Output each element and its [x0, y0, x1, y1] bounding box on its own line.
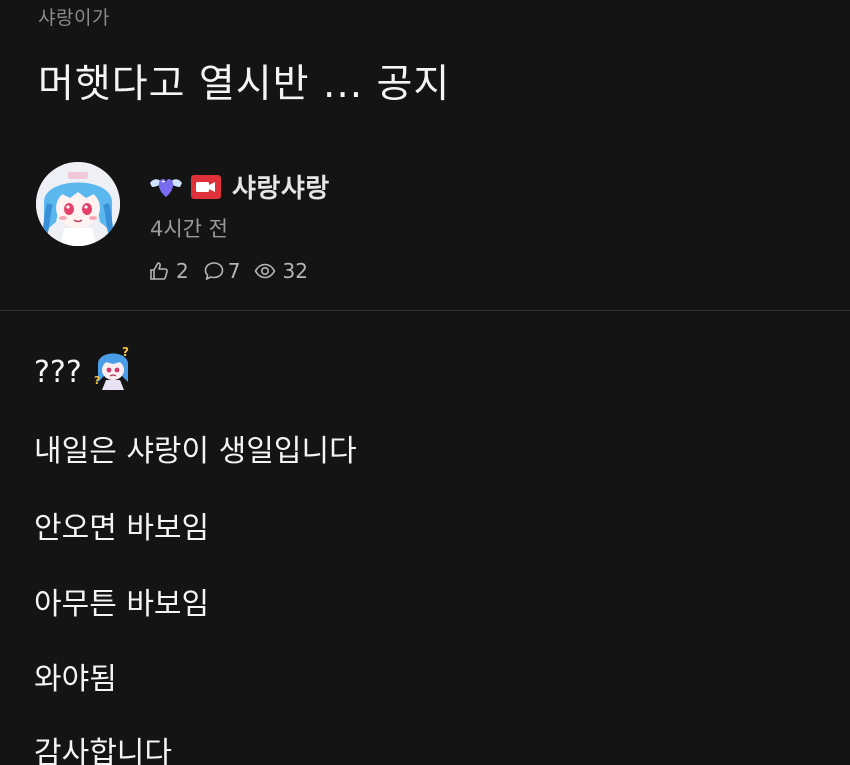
- author-avatar[interactable]: [36, 162, 120, 246]
- eye-icon: [255, 263, 276, 279]
- post-category[interactable]: 샤랑이가: [38, 3, 110, 30]
- svg-text:?: ?: [94, 374, 100, 387]
- post-page: 샤랑이가 머햇다고 열시반 ... 공지 샤랑샤랑 4시간 전 2 7 32 ?…: [0, 0, 850, 765]
- video-camera-icon: [191, 174, 221, 199]
- thumbs-up-icon: [150, 262, 168, 280]
- comment-button[interactable]: 7: [203, 259, 241, 283]
- like-count: 2: [176, 259, 189, 283]
- author-name-row: 샤랑샤랑: [148, 168, 330, 205]
- content-line: 안오면 바보임: [34, 511, 210, 546]
- confused-character-sticker-icon: ? ?: [94, 345, 129, 390]
- post-stats: 2 7 32: [148, 259, 322, 283]
- author-name[interactable]: 샤랑샤랑: [232, 168, 330, 205]
- content-line: ??? ? ?: [34, 345, 134, 392]
- heart-wings-icon: [150, 178, 182, 197]
- content-line-text: ???: [34, 354, 82, 390]
- view-count: 32: [282, 259, 308, 283]
- header-divider: [0, 310, 850, 311]
- svg-text:?: ?: [122, 345, 129, 359]
- comment-bubble-icon: [204, 262, 224, 280]
- post-timestamp: 4시간 전: [150, 217, 228, 241]
- like-button[interactable]: 2: [148, 259, 189, 283]
- content-line: 내일은 샤랑이 생일입니다: [34, 434, 357, 469]
- content-line: 와야됨: [34, 662, 117, 697]
- content-line: 아무튼 바보임: [34, 587, 210, 622]
- post-title: 머햇다고 열시반 ... 공지: [38, 62, 451, 107]
- view-count-stat: 32: [254, 259, 308, 283]
- comment-count: 7: [227, 259, 241, 283]
- avatar-illustration: [36, 162, 120, 246]
- content-line: 감사합니다: [34, 736, 172, 765]
